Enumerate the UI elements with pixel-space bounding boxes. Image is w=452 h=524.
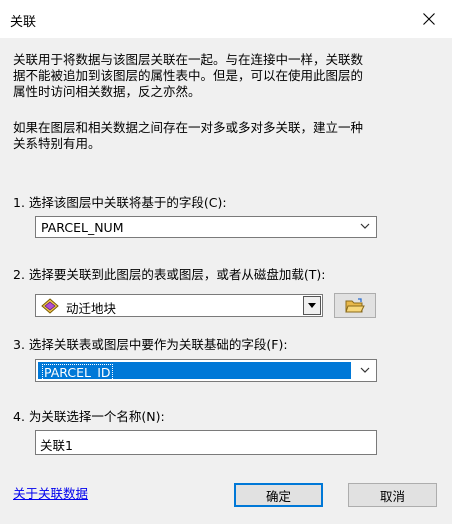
triangle-down-icon <box>308 302 316 308</box>
description-paragraph-1: 关联用于将数据与该图层关联在一起。与在连接中一样，关联数 据不能被追加到该图层的… <box>13 52 364 99</box>
description-paragraph-2: 如果在图层和相关数据之间存在一对多或多对多关联，建立一种 关系特别有用。 <box>13 120 364 151</box>
relate-dialog: 关联 关联用于将数据与该图层关联在一起。与在连接中一样，关联数 据不能被追加到该… <box>0 0 452 524</box>
field-select-combo[interactable]: PARCEL_NUM <box>35 216 377 238</box>
cancel-button[interactable]: 取消 <box>348 483 437 507</box>
field-select-value: PARCEL_NUM <box>41 220 124 235</box>
ok-button[interactable]: 确定 <box>234 483 323 507</box>
open-folder-icon <box>345 297 365 312</box>
about-relating-data-link[interactable]: 关于关联数据 <box>13 483 88 502</box>
step1-label: 1. 选择该图层中关联将基于的字段(C): <box>13 195 227 210</box>
relate-table-dropdown-button[interactable] <box>303 296 321 315</box>
relate-table-combo[interactable]: 动迁地块 <box>35 294 323 317</box>
relate-name-input[interactable]: 关联1 <box>35 430 377 455</box>
close-icon <box>423 13 435 25</box>
browse-button[interactable] <box>334 293 376 318</box>
step3-label: 3. 选择关联表或图层中要作为关联基础的字段(F): <box>13 337 288 352</box>
layer-diamond-icon <box>41 298 59 314</box>
relate-field-combo[interactable]: PARCEL_ID <box>35 359 377 382</box>
step2-label: 2. 选择要关联到此图层的表或图层，或者从磁盘加载(T): <box>13 267 326 282</box>
relate-name-value: 关联1 <box>40 438 73 453</box>
close-button[interactable] <box>406 0 452 38</box>
relate-field-value: PARCEL_ID <box>42 364 113 381</box>
title-bar: 关联 <box>0 0 452 38</box>
step4-label: 4. 为关联选择一个名称(N): <box>13 409 165 424</box>
relate-field-selection: PARCEL_ID <box>38 362 351 381</box>
relate-table-value: 动迁地块 <box>66 301 117 316</box>
chevron-down-icon <box>360 367 370 373</box>
dialog-title: 关联 <box>10 15 37 30</box>
chevron-down-icon <box>360 223 370 229</box>
